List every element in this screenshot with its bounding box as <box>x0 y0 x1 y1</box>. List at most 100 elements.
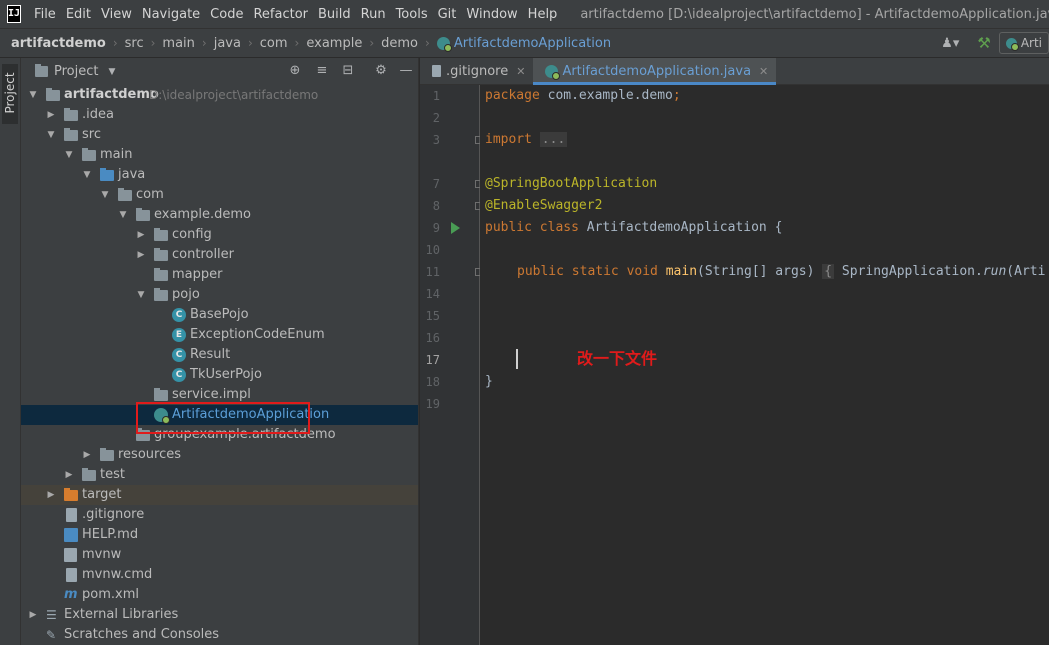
tab-label: .gitignore <box>446 63 509 79</box>
tree-item-resources[interactable]: ▶ resources <box>21 445 418 465</box>
chevron-down-icon[interactable]: ▼ <box>118 205 128 225</box>
tab-gitignore[interactable]: .gitignore ✕ <box>420 58 533 84</box>
excluded-folder-icon <box>64 488 78 501</box>
toolbar-right: ♟▾ ⚒ Arti <box>941 29 1049 57</box>
tree-item-idea[interactable]: ▶ .idea <box>21 105 418 125</box>
breadcrumb-item-com[interactable]: com <box>260 36 288 51</box>
tree-item-tkuserpojo[interactable]: C TkUserPojo <box>21 365 418 385</box>
chevron-down-icon[interactable]: ▼ <box>108 67 115 77</box>
chevron-right-icon[interactable]: ▶ <box>82 445 92 465</box>
run-gutter-icon[interactable] <box>451 222 460 234</box>
tree-item-gitignore[interactable]: .gitignore <box>21 505 418 525</box>
tree-item-config[interactable]: ▶ config <box>21 225 418 245</box>
chevron-right-icon[interactable]: ▶ <box>136 245 146 265</box>
menu-navigate[interactable]: Navigate <box>137 7 205 22</box>
menu-build[interactable]: Build <box>313 7 356 22</box>
breadcrumb-item-src[interactable]: src <box>125 36 144 51</box>
breadcrumb-item-demo[interactable]: demo <box>381 36 418 51</box>
collapse-all-icon[interactable]: ⊟ <box>340 63 356 79</box>
run-configuration-select[interactable]: Arti <box>998 32 1049 54</box>
method-name: main <box>665 264 698 279</box>
tree-item-com[interactable]: ▼ com <box>21 185 418 205</box>
menu-tools[interactable]: Tools <box>391 7 433 22</box>
tree-item-label: main <box>100 147 133 162</box>
tree-item-exceptioncodeenum[interactable]: E ExceptionCodeEnum <box>21 325 418 345</box>
line-number: 1 <box>432 89 440 103</box>
tree-item-mvnw-cmd[interactable]: mvnw.cmd <box>21 565 418 585</box>
tree-item-scratches[interactable]: ✎ Scratches and Consoles <box>21 625 418 645</box>
tree-item-mvnw[interactable]: mvnw <box>21 545 418 565</box>
tree-item-result[interactable]: C Result <box>21 345 418 365</box>
build-hammer-icon[interactable]: ⚒ <box>977 34 990 52</box>
locate-file-icon[interactable]: ⊕ <box>287 63 303 79</box>
menu-help[interactable]: Help <box>523 7 563 22</box>
chevron-down-icon[interactable]: ▼ <box>64 145 74 165</box>
chevron-down-icon[interactable]: ▼ <box>28 85 38 105</box>
chevron-down-icon[interactable]: ▼ <box>46 125 56 145</box>
menu-git[interactable]: Git <box>433 7 462 22</box>
tree-item-label: artifactdemo <box>64 87 159 102</box>
folded-imports[interactable]: ... <box>539 132 568 147</box>
chevron-down-icon[interactable]: ▼ <box>82 165 92 185</box>
close-icon[interactable]: ✕ <box>759 65 768 78</box>
breadcrumb-item-main[interactable]: main <box>162 36 194 51</box>
tree-item-artifactdemo[interactable]: ▼ artifactdemo D:\idealproject\artifactd… <box>21 85 418 105</box>
folded-body[interactable]: { <box>822 264 835 279</box>
menu-view[interactable]: View <box>96 7 137 22</box>
markdown-file-icon <box>64 528 78 542</box>
code-line-8: @EnableSwagger2 <box>485 198 603 213</box>
project-panel-title[interactable]: Project <box>54 64 98 79</box>
tree-item-label: mvnw.cmd <box>82 567 153 582</box>
line-number: 8 <box>432 199 440 213</box>
line-number: 3 <box>432 133 440 147</box>
project-tool-window-button[interactable]: Project <box>2 64 18 124</box>
tree-item-main[interactable]: ▼ main <box>21 145 418 165</box>
editor-gutter: 1 2 3 7 8 9 10 11 14 15 16 17 18 19 <box>420 85 483 645</box>
gitignore-file-icon <box>66 508 77 522</box>
tree-item-label: example.demo <box>154 207 251 222</box>
user-icon[interactable]: ♟▾ <box>941 36 959 51</box>
tree-item-target[interactable]: ▶ target <box>21 485 418 505</box>
gear-icon[interactable]: ⚙ <box>373 63 389 79</box>
spring-class-icon <box>436 36 452 52</box>
minimize-icon[interactable]: — <box>398 63 414 79</box>
breadcrumb-item-java[interactable]: java <box>214 36 241 51</box>
menu-run[interactable]: Run <box>356 7 391 22</box>
chevron-down-icon[interactable]: ▼ <box>100 185 110 205</box>
breadcrumb-item-class[interactable]: ArtifactdemoApplication <box>454 36 611 51</box>
chevron-right-icon[interactable]: ▶ <box>46 485 56 505</box>
expand-all-icon[interactable]: ≡ <box>314 63 330 79</box>
tree-item-label: .gitignore <box>82 507 145 522</box>
menu-window[interactable]: Window <box>461 7 522 22</box>
tab-artifactdemoapplication[interactable]: ArtifactdemoApplication.java ✕ <box>533 58 777 85</box>
chevron-right-icon[interactable]: ▶ <box>28 605 38 625</box>
menu-file[interactable]: File <box>29 7 61 22</box>
tree-item-mapper[interactable]: mapper <box>21 265 418 285</box>
tree-item-external-libraries[interactable]: ▶ ☰ External Libraries <box>21 605 418 625</box>
chevron-right-icon[interactable]: ▶ <box>46 105 56 125</box>
breadcrumb-item-example[interactable]: example <box>306 36 362 51</box>
tree-item-src[interactable]: ▼ src <box>21 125 418 145</box>
tree-item-controller[interactable]: ▶ controller <box>21 245 418 265</box>
module-folder-icon <box>46 88 60 101</box>
menu-refactor[interactable]: Refactor <box>248 7 313 22</box>
chevron-down-icon[interactable]: ▼ <box>136 285 146 305</box>
tree-item-example-demo[interactable]: ▼ example.demo <box>21 205 418 225</box>
spring-class-icon <box>545 64 561 80</box>
code-editor[interactable]: package com.example.demo; import ... @Sp… <box>480 85 1049 645</box>
menu-edit[interactable]: Edit <box>61 7 96 22</box>
tree-item-test[interactable]: ▶ test <box>21 465 418 485</box>
menu-code[interactable]: Code <box>205 7 248 22</box>
tree-item-help-md[interactable]: HELP.md <box>21 525 418 545</box>
tree-item-pojo[interactable]: ▼ pojo <box>21 285 418 305</box>
tree-item-basepojo[interactable]: C BasePojo <box>21 305 418 325</box>
code-line-18: } <box>485 374 493 389</box>
breadcrumb-item-project[interactable]: artifactdemo <box>11 36 106 51</box>
code-line-3: import ... <box>485 129 568 151</box>
chevron-right-icon[interactable]: ▶ <box>64 465 74 485</box>
window-title: artifactdemo [D:\idealproject\artifactde… <box>580 6 1049 22</box>
close-icon[interactable]: ✕ <box>516 65 525 78</box>
tree-item-java[interactable]: ▼ java <box>21 165 418 185</box>
chevron-right-icon[interactable]: ▶ <box>136 225 146 245</box>
tree-item-pom-xml[interactable]: m pom.xml <box>21 585 418 605</box>
